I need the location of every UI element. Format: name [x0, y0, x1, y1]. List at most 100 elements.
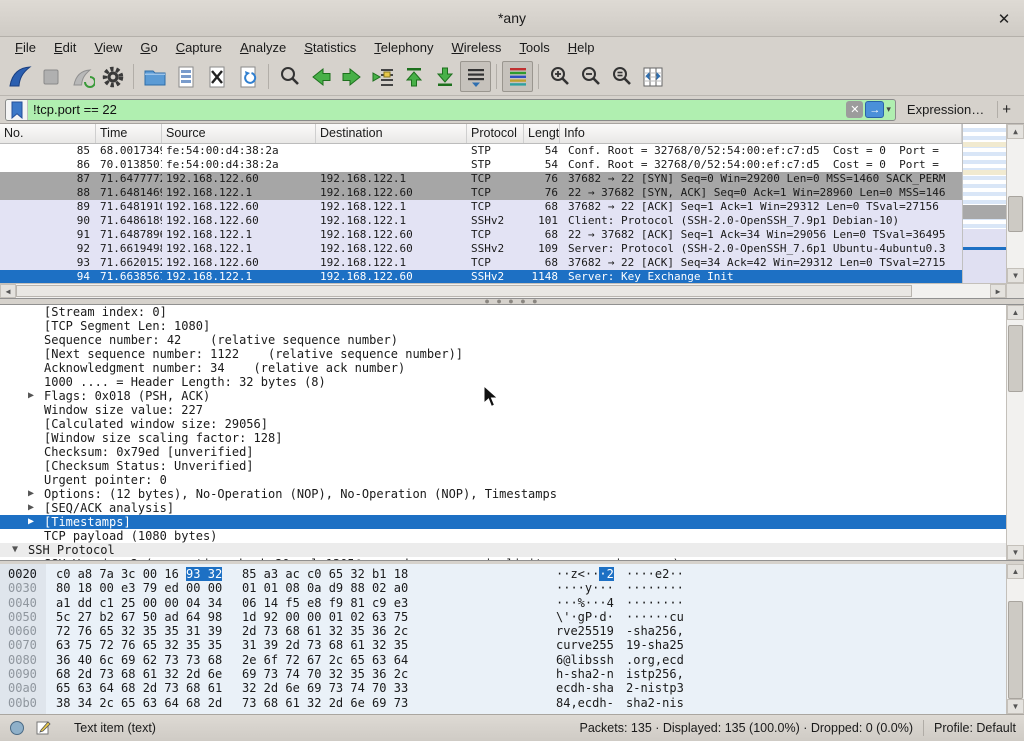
- detail-field[interactable]: Urgent pointer: 0: [0, 473, 1006, 487]
- detail-field[interactable]: [TCP Segment Len: 1080]: [0, 319, 1006, 333]
- detail-field[interactable]: [Checksum Status: Unverified]: [0, 459, 1006, 473]
- packet-row-90[interactable]: 9071.648618924192.168.122.60192.168.122.…: [0, 214, 962, 228]
- scroll-down-icon[interactable]: ▼: [1007, 545, 1024, 560]
- menu-file[interactable]: File: [6, 38, 45, 57]
- collapsed-icon[interactable]: ▶: [28, 501, 34, 515]
- detail-field[interactable]: [Next sequence number: 1122 (relative se…: [0, 347, 1006, 361]
- detail-field[interactable]: 1000 .... = Header Length: 32 bytes (8): [0, 375, 1006, 389]
- packet-row-89[interactable]: 8971.648191037192.168.122.60192.168.122.…: [0, 200, 962, 214]
- detail-field[interactable]: Acknowledgment number: 34 (relative ack …: [0, 361, 1006, 375]
- capture-comment-icon[interactable]: [34, 719, 52, 737]
- packet-list-header[interactable]: No.TimeSourceDestinationProtocolLengthIn…: [0, 124, 962, 144]
- detail-field[interactable]: ▶[Timestamps]: [0, 515, 1006, 529]
- menu-edit[interactable]: Edit: [45, 38, 85, 57]
- auto-scroll-icon[interactable]: [460, 61, 491, 92]
- colorize-packets-icon[interactable]: [502, 61, 533, 92]
- detail-field[interactable]: [Stream index: 0]: [0, 305, 1006, 319]
- bytes-vertical-scrollbar[interactable]: ▲ ▼: [1006, 564, 1024, 714]
- scroll-right-icon[interactable]: ▶: [990, 284, 1006, 298]
- hex-row-0020[interactable]: 0020c0 a8 7a 3c 00 16 93 3285 a3 ac c0 6…: [0, 567, 1006, 581]
- packet-list-minimap[interactable]: [962, 124, 1006, 283]
- hex-dump[interactable]: 0020c0 a8 7a 3c 00 16 93 3285 a3 ac c0 6…: [0, 564, 1006, 714]
- save-file-icon[interactable]: [170, 61, 201, 92]
- collapsed-icon[interactable]: ▶: [28, 389, 34, 403]
- detail-field[interactable]: TCP payload (1080 bytes): [0, 529, 1006, 543]
- detail-field[interactable]: ▼SSH Protocol: [0, 543, 1006, 557]
- hex-row-0080[interactable]: 008036 40 6c 69 62 73 73 682e 6f 72 67 2…: [0, 653, 1006, 667]
- collapsed-icon[interactable]: ▶: [28, 515, 34, 529]
- scroll-left-icon[interactable]: ◀: [0, 284, 16, 298]
- column-header-source[interactable]: Source: [162, 124, 316, 143]
- column-header-protocol[interactable]: Protocol: [467, 124, 524, 143]
- details-vertical-scrollbar[interactable]: ▲ ▼: [1006, 305, 1024, 560]
- menu-statistics[interactable]: Statistics: [295, 38, 365, 57]
- scroll-down-icon[interactable]: ▼: [1007, 268, 1024, 283]
- menu-tools[interactable]: Tools: [510, 38, 558, 57]
- packet-row-85[interactable]: 8568.001734936fe:54:00:d4:38:2aSTP54Conf…: [0, 144, 962, 158]
- find-packet-icon[interactable]: [274, 61, 305, 92]
- expert-info-icon[interactable]: [8, 719, 26, 737]
- menu-view[interactable]: View: [85, 38, 131, 57]
- packet-list-horizontal-scrollbar[interactable]: ◀ ▶: [0, 283, 1024, 298]
- filter-apply-button[interactable]: →: [865, 101, 884, 118]
- hex-row-00a0[interactable]: 00a065 63 64 68 2d 73 68 6132 2d 6e 69 7…: [0, 681, 1006, 695]
- restart-capture-icon[interactable]: [66, 61, 97, 92]
- close-file-icon[interactable]: [201, 61, 232, 92]
- go-forward-icon[interactable]: [336, 61, 367, 92]
- profile-status[interactable]: Profile: Default: [934, 721, 1016, 735]
- packet-row-93[interactable]: 9371.662015274192.168.122.60192.168.122.…: [0, 256, 962, 270]
- column-header-info[interactable]: Info: [560, 124, 962, 143]
- column-header-length[interactable]: Length: [524, 124, 560, 143]
- expression-button[interactable]: Expression…: [901, 102, 990, 117]
- menu-go[interactable]: Go: [131, 38, 166, 57]
- open-file-icon[interactable]: [139, 61, 170, 92]
- filter-bookmark-icon[interactable]: [6, 100, 28, 120]
- packet-list-vertical-scrollbar[interactable]: ▲ ▼: [1006, 124, 1024, 283]
- go-first-icon[interactable]: [398, 61, 429, 92]
- add-filter-button[interactable]: +: [997, 101, 1019, 118]
- hex-row-0060[interactable]: 006072 76 65 32 35 35 31 392d 73 68 61 3…: [0, 624, 1006, 638]
- packet-row-88[interactable]: 8871.648146932192.168.122.1192.168.122.6…: [0, 186, 962, 200]
- menu-wireless[interactable]: Wireless: [443, 38, 511, 57]
- packet-row-92[interactable]: 9271.661949820192.168.122.1192.168.122.6…: [0, 242, 962, 256]
- packet-row-87[interactable]: 8771.647777234192.168.122.60192.168.122.…: [0, 172, 962, 186]
- detail-field[interactable]: [Calculated window size: 29056]: [0, 417, 1006, 431]
- detail-field[interactable]: Sequence number: 42 (relative sequence n…: [0, 333, 1006, 347]
- scroll-up-icon[interactable]: ▲: [1007, 564, 1024, 579]
- scroll-down-icon[interactable]: ▼: [1007, 699, 1024, 714]
- capture-options-icon[interactable]: [97, 61, 128, 92]
- detail-field[interactable]: ▶Flags: 0x018 (PSH, ACK): [0, 389, 1006, 403]
- filter-clear-button[interactable]: ✕: [846, 101, 863, 118]
- column-header-time[interactable]: Time: [96, 124, 162, 143]
- packet-row-86[interactable]: 8670.013850163fe:54:00:d4:38:2aSTP54Conf…: [0, 158, 962, 172]
- detail-field[interactable]: Window size value: 227: [0, 403, 1006, 417]
- detail-field[interactable]: [Window size scaling factor: 128]: [0, 431, 1006, 445]
- packet-row-91[interactable]: 9171.648789678192.168.122.1192.168.122.6…: [0, 228, 962, 242]
- scroll-up-icon[interactable]: ▲: [1007, 305, 1024, 320]
- go-to-packet-icon[interactable]: [367, 61, 398, 92]
- go-last-icon[interactable]: [429, 61, 460, 92]
- zoom-normal-icon[interactable]: [606, 61, 637, 92]
- filter-history-dropdown-icon[interactable]: ▾: [884, 104, 895, 115]
- packet-row-94[interactable]: 9471.663856741192.168.122.1192.168.122.6…: [0, 270, 962, 283]
- menu-analyze[interactable]: Analyze: [231, 38, 295, 57]
- resize-columns-icon[interactable]: [637, 61, 668, 92]
- display-filter-input[interactable]: !tcp.port == 22 ✕ → ▾: [5, 99, 896, 121]
- start-capture-icon[interactable]: [4, 61, 35, 92]
- hex-row-0090[interactable]: 009068 2d 73 68 61 32 2d 6e69 73 74 70 3…: [0, 667, 1006, 681]
- detail-field[interactable]: ▶Options: (12 bytes), No-Operation (NOP)…: [0, 487, 1006, 501]
- hex-row-0070[interactable]: 007063 75 72 76 65 32 35 3531 39 2d 73 6…: [0, 638, 1006, 652]
- close-window-icon[interactable]: ✕: [994, 9, 1014, 29]
- column-header-no[interactable]: No.: [0, 124, 96, 143]
- scroll-up-icon[interactable]: ▲: [1007, 124, 1024, 139]
- hex-row-0040[interactable]: 0040a1 dd c1 25 00 00 04 3406 14 f5 e8 f…: [0, 596, 1006, 610]
- expanded-icon[interactable]: ▼: [12, 543, 18, 557]
- detail-field[interactable]: ▶SSH Version 2 (encryption:chacha20-poly…: [0, 557, 1006, 560]
- column-header-destination[interactable]: Destination: [316, 124, 467, 143]
- detail-field[interactable]: Checksum: 0x79ed [unverified]: [0, 445, 1006, 459]
- detail-field[interactable]: ▶[SEQ/ACK analysis]: [0, 501, 1006, 515]
- hex-row-0050[interactable]: 00505c 27 b2 67 50 ad 64 981d 92 00 00 0…: [0, 610, 1006, 624]
- collapsed-icon[interactable]: ▶: [28, 557, 34, 560]
- menu-help[interactable]: Help: [559, 38, 604, 57]
- zoom-in-icon[interactable]: [544, 61, 575, 92]
